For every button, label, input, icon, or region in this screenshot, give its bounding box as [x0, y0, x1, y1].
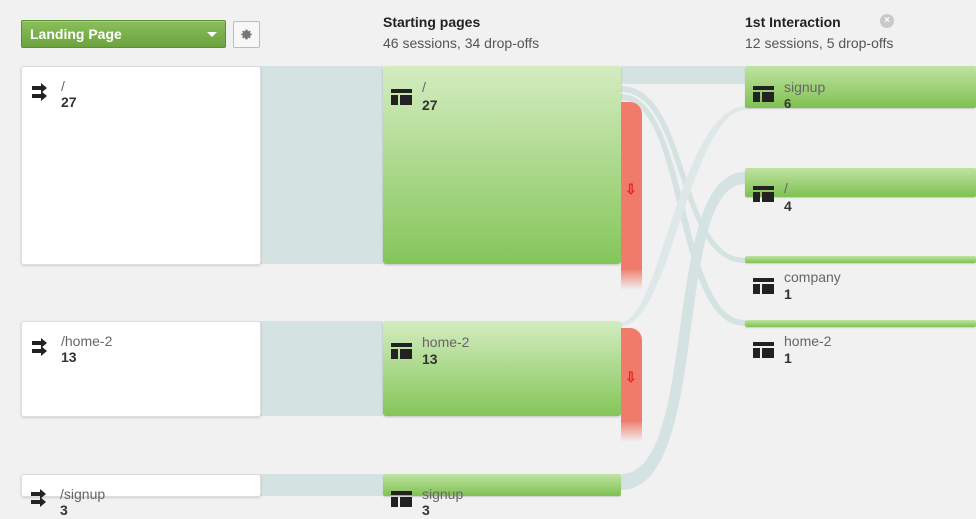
dropoff-fade	[621, 420, 642, 442]
node-label: signup	[784, 79, 826, 95]
page-icon	[391, 491, 412, 507]
dropoff-fade	[621, 268, 642, 290]
node-label: /	[784, 180, 788, 196]
gear-icon	[241, 29, 252, 40]
landing-node[interactable]	[21, 474, 261, 497]
starting-node[interactable]: home-2 13	[383, 321, 621, 416]
node-count: 13	[61, 349, 77, 365]
column-title: Starting pages	[383, 14, 481, 30]
column-subtitle: 46 sessions, 34 drop-offs	[383, 35, 540, 51]
interaction-node[interactable]: signup 6	[745, 66, 976, 111]
caret-down-icon	[207, 32, 217, 37]
starting-node[interactable]: / 27	[383, 66, 621, 264]
interaction-node[interactable]	[745, 256, 976, 263]
arrows-icon	[32, 83, 47, 101]
node-count: 4	[784, 198, 792, 214]
node-label: home-2	[422, 334, 470, 350]
column-title: 1st Interaction	[745, 14, 841, 30]
page-icon	[391, 89, 412, 105]
node-label: /signup	[60, 486, 106, 502]
dimension-dropdown[interactable]: Landing Page	[21, 20, 226, 48]
page-icon	[753, 186, 774, 202]
node-count: 3	[60, 502, 68, 518]
node-label: company	[784, 269, 841, 285]
landing-node[interactable]: / 27	[21, 66, 261, 265]
landing-node[interactable]: /home-2 13	[21, 321, 261, 417]
dimension-dropdown-label: Landing Page	[30, 26, 122, 42]
close-icon[interactable]: ×	[880, 14, 894, 28]
settings-button[interactable]	[233, 21, 260, 48]
flow-link[interactable]	[260, 321, 383, 416]
node-count: 13	[422, 351, 438, 367]
node-count: 1	[784, 286, 792, 302]
interaction-node[interactable]	[745, 168, 976, 197]
flow-link[interactable]	[621, 66, 745, 84]
node-count: 3	[422, 502, 430, 518]
node-label: signup	[422, 486, 464, 502]
behavior-flow-canvas: Landing Page Starting pages 46 sessions,…	[0, 0, 976, 519]
dropoff-arrow-icon: ⇩	[625, 369, 637, 385]
node-label: /	[61, 78, 65, 94]
page-icon	[391, 343, 412, 359]
page-icon	[753, 342, 774, 358]
interaction-node[interactable]	[745, 320, 976, 327]
column-header-1st-interaction: 1st Interaction 12 sessions, 5 drop-offs	[745, 14, 893, 51]
node-count: 27	[61, 94, 77, 110]
dropoff-arrow-icon: ⇩	[625, 181, 637, 197]
node-count: 6	[784, 96, 792, 111]
flow-link[interactable]	[260, 66, 383, 264]
starting-node[interactable]	[383, 474, 621, 496]
arrows-icon	[32, 338, 47, 356]
node-count: 27	[422, 97, 438, 113]
column-subtitle: 12 sessions, 5 drop-offs	[745, 35, 894, 51]
node-count: 1	[784, 350, 792, 366]
column-header-starting-pages: Starting pages 46 sessions, 34 drop-offs	[383, 14, 539, 51]
arrows-icon	[31, 489, 46, 507]
page-icon	[753, 86, 774, 102]
node-label: /home-2	[61, 333, 113, 349]
page-icon	[753, 278, 774, 294]
flow-link[interactable]	[260, 474, 383, 496]
node-label: home-2	[784, 333, 832, 349]
node-label: /	[422, 79, 426, 95]
